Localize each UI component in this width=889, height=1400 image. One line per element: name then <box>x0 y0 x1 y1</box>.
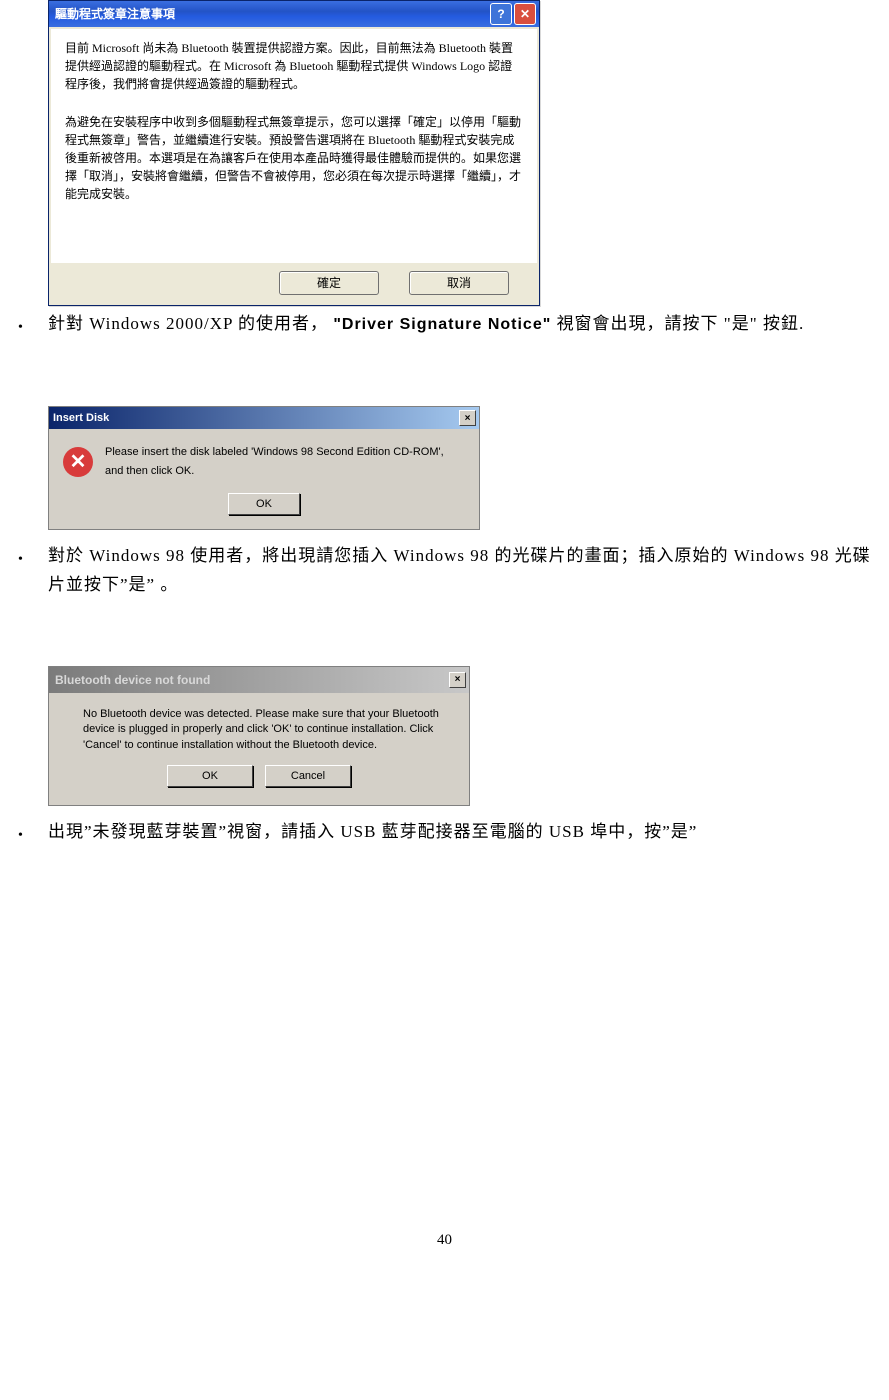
dialog-body: 目前 Microsoft 尚未為 Bluetooth 裝置提供認證方案。因此，目… <box>51 29 537 263</box>
close-button[interactable]: ✕ <box>514 3 536 25</box>
ok-button[interactable]: OK <box>167 765 253 787</box>
dialog-message: Please insert the disk labeled 'Windows … <box>105 443 465 480</box>
page-number: 40 <box>18 1228 871 1254</box>
instruction-bullet-2: • 對於 Windows 98 使用者，將出現請您插入 Windows 98 的… <box>18 542 871 600</box>
bullet-text: 針對 Windows 2000/XP 的使用者， "Driver Signatu… <box>48 310 871 340</box>
bullet-marker: • <box>18 310 48 340</box>
bullet1-post: 視窗會出現，請按下 "是" 按鈕. <box>551 314 804 333</box>
help-button[interactable]: ? <box>490 3 512 25</box>
ok-button[interactable]: 確定 <box>279 271 379 295</box>
driver-signature-dialog: 驅動程式簽章注意事項 ? ✕ 目前 Microsoft 尚未為 Bluetoot… <box>48 0 540 306</box>
bullet-text: 出現”未發現藍芽裝置”視窗，請插入 USB 藍芽配接器至電腦的 USB 埠中，按… <box>48 818 871 848</box>
instruction-bullet-1: • 針對 Windows 2000/XP 的使用者， "Driver Signa… <box>18 310 871 340</box>
bullet-text: 對於 Windows 98 使用者，將出現請您插入 Windows 98 的光碟… <box>48 542 871 600</box>
dialog-body: ✕ Please insert the disk labeled 'Window… <box>49 429 479 490</box>
dialog-message: No Bluetooth device was detected. Please… <box>49 693 469 761</box>
bullet1-bold: "Driver Signature Notice" <box>333 316 551 333</box>
bluetooth-not-found-dialog: Bluetooth device not found × No Bluetoot… <box>48 666 470 807</box>
close-button[interactable]: × <box>459 410 476 426</box>
dialog-title: 驅動程式簽章注意事項 <box>55 4 488 24</box>
insert-disk-dialog: Insert Disk × ✕ Please insert the disk l… <box>48 406 480 530</box>
bullet1-pre: 針對 Windows 2000/XP 的使用者， <box>48 314 333 333</box>
dialog-footer: OK <box>49 491 479 529</box>
error-icon: ✕ <box>63 447 93 477</box>
dialog-titlebar: 驅動程式簽章注意事項 ? ✕ <box>49 1 539 27</box>
ok-button[interactable]: OK <box>228 493 300 515</box>
instruction-bullet-3: • 出現”未發現藍芽裝置”視窗，請插入 USB 藍芽配接器至電腦的 USB 埠中… <box>18 818 871 848</box>
dialog-paragraph-1: 目前 Microsoft 尚未為 Bluetooth 裝置提供認證方案。因此，目… <box>65 39 523 93</box>
dialog-title: Bluetooth device not found <box>55 670 449 690</box>
dialog-titlebar: Insert Disk × <box>49 407 479 430</box>
dialog-footer: OK Cancel <box>49 761 469 805</box>
dialog-titlebar: Bluetooth device not found × <box>49 667 469 693</box>
dialog-title: Insert Disk <box>53 409 459 428</box>
cancel-button[interactable]: Cancel <box>265 765 351 787</box>
dialog-footer: 確定 取消 <box>49 265 539 305</box>
bullet-marker: • <box>18 542 48 600</box>
cancel-button[interactable]: 取消 <box>409 271 509 295</box>
close-button[interactable]: × <box>449 672 466 688</box>
dialog-paragraph-2: 為避免在安裝程序中收到多個驅動程式無簽章提示，您可以選擇「確定」以停用「驅動程式… <box>65 113 523 203</box>
bullet-marker: • <box>18 818 48 848</box>
